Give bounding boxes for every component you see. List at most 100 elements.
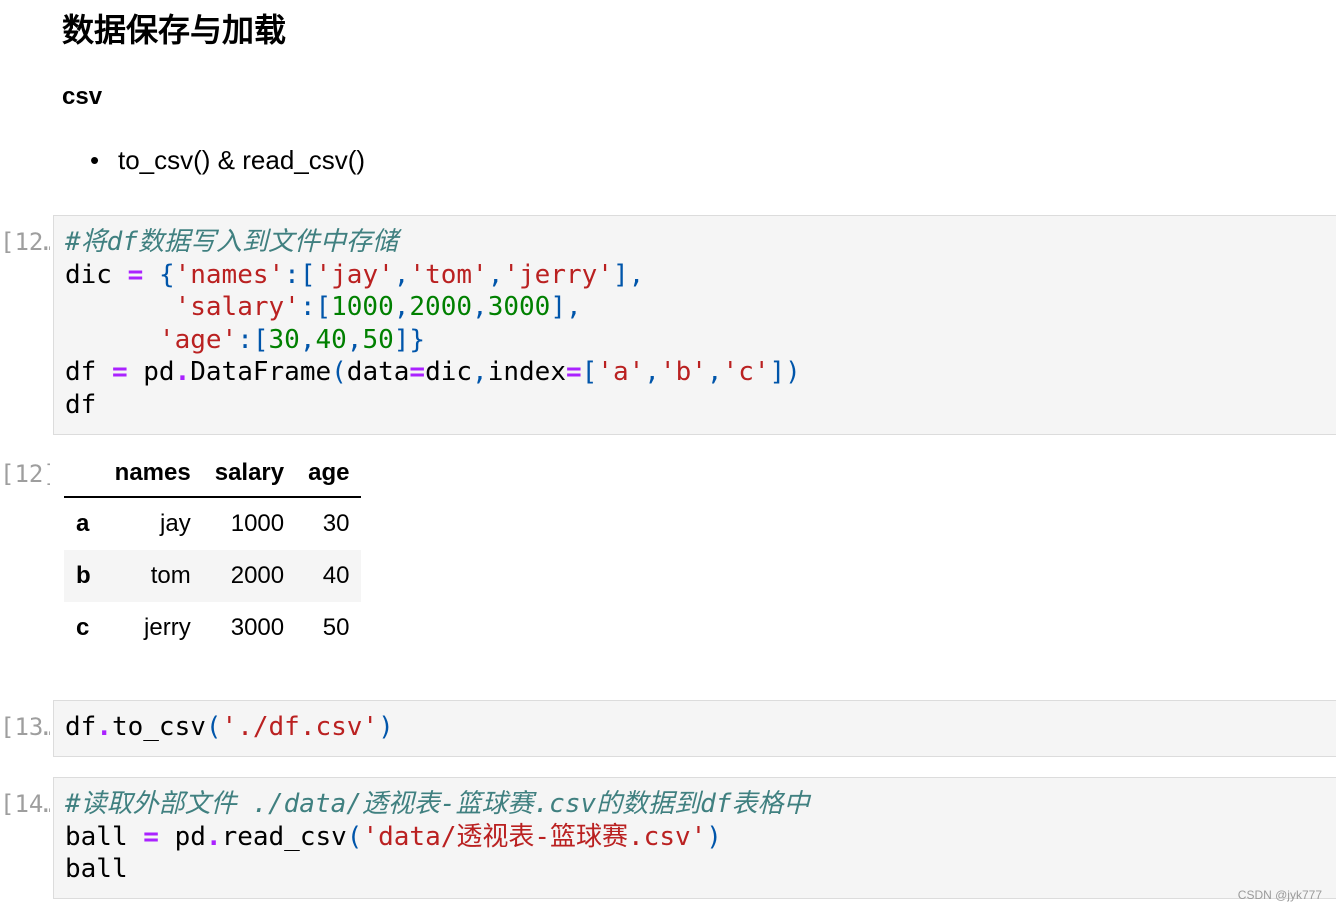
table-cell: tom bbox=[150, 562, 191, 589]
row-index: b bbox=[76, 562, 91, 589]
code-punctuation: , bbox=[487, 259, 504, 290]
code-token: ball bbox=[65, 821, 144, 852]
table-header-row: names salary age bbox=[64, 450, 362, 498]
code-string: 'names' bbox=[174, 259, 285, 290]
index-header bbox=[64, 450, 103, 498]
table-cell: jerry bbox=[144, 614, 191, 641]
code-cell[interactable]: #将df数据写入到文件中存储 dic = {'names':['jay','to… bbox=[53, 215, 1336, 435]
column-header: age bbox=[296, 450, 362, 498]
code-editor[interactable]: #将df数据写入到文件中存储 dic = {'names':['jay','to… bbox=[54, 216, 1336, 431]
code-punctuation: [ bbox=[581, 357, 598, 387]
code-number: 3000 bbox=[487, 292, 551, 322]
code-string: 'salary' bbox=[174, 292, 300, 322]
code-punctuation: ]} bbox=[393, 324, 426, 355]
output-prompt: [12]: bbox=[0, 460, 50, 488]
code-string: 'data/透视表-篮球赛.csv' bbox=[362, 821, 707, 852]
code-punctuation: ) bbox=[706, 821, 722, 852]
dataframe-table: names salary age a jay 1000 30 b tom 200… bbox=[64, 450, 362, 654]
page-title: 数据保存与加载 bbox=[62, 12, 287, 48]
code-operator: = bbox=[143, 821, 159, 852]
code-punctuation: :[ bbox=[299, 292, 332, 322]
row-index: c bbox=[76, 614, 90, 641]
code-punctuation: ( bbox=[331, 357, 347, 387]
section-heading: csv bbox=[62, 83, 103, 110]
code-punctuation: ], bbox=[550, 292, 582, 322]
code-cell[interactable]: df.to_csv('./df.csv') bbox=[53, 700, 1336, 757]
code-string: './df.csv' bbox=[221, 712, 379, 742]
column-header: salary bbox=[202, 450, 297, 498]
input-prompt: [12… bbox=[0, 228, 50, 256]
code-number: 40 bbox=[315, 324, 347, 355]
code-token: data bbox=[346, 357, 410, 387]
code-punctuation: , bbox=[393, 259, 410, 290]
code-punctuation: , bbox=[299, 324, 316, 355]
code-punctuation: ], bbox=[612, 259, 645, 290]
table-row: c jerry 3000 50 bbox=[64, 602, 361, 654]
code-operator: . bbox=[96, 712, 112, 742]
code-number: 2000 bbox=[409, 292, 473, 322]
code-punctuation: ( bbox=[346, 821, 363, 852]
input-prompt: [13… bbox=[0, 713, 50, 741]
code-token: DataFrame bbox=[190, 357, 332, 387]
code-token: to_csv bbox=[111, 712, 206, 742]
code-token: dic bbox=[65, 259, 128, 290]
code-punctuation: , bbox=[644, 357, 660, 387]
table-row: b tom 2000 40 bbox=[64, 550, 362, 602]
code-punctuation: ) bbox=[378, 712, 394, 742]
code-token: index bbox=[487, 357, 566, 387]
code-operator: . bbox=[205, 821, 222, 852]
code-string: 'jay' bbox=[315, 259, 394, 290]
code-token: df bbox=[65, 357, 112, 387]
code-punctuation: , bbox=[393, 292, 410, 322]
table-cell: 30 bbox=[322, 510, 350, 537]
watermark: CSDN @jyk777 bbox=[1237, 888, 1322, 902]
code-operator: = bbox=[111, 357, 128, 387]
code-string: 'b' bbox=[659, 357, 707, 387]
code-token: df bbox=[65, 389, 97, 420]
code-punctuation: :[ bbox=[237, 324, 269, 355]
bullet-list: to_csv() & read_csv() bbox=[62, 142, 365, 178]
row-index: a bbox=[76, 510, 90, 537]
bullet-item: to_csv() & read_csv() bbox=[62, 142, 365, 178]
table-cell: 40 bbox=[322, 562, 350, 589]
code-token: df bbox=[65, 712, 97, 742]
code-number: 1000 bbox=[331, 292, 394, 322]
code-punctuation: , bbox=[472, 292, 488, 322]
code-punctuation: , bbox=[346, 324, 363, 355]
code-string: 'jerry' bbox=[503, 259, 613, 290]
code-number: 30 bbox=[268, 324, 300, 355]
code-comment: #将df数据写入到文件中存储 bbox=[65, 227, 398, 257]
input-prompt: [14… bbox=[0, 790, 50, 818]
code-editor[interactable]: df.to_csv('./df.csv') bbox=[54, 701, 1336, 754]
code-editor[interactable]: #读取外部文件 ./data/透视表-篮球赛.csv的数据到df表格中 ball… bbox=[54, 778, 1336, 896]
table-cell: 1000 bbox=[230, 510, 285, 537]
code-token: pd bbox=[127, 357, 175, 387]
code-string: 'tom' bbox=[409, 259, 488, 290]
code-token: dic bbox=[425, 357, 473, 387]
code-punctuation: , bbox=[706, 357, 723, 387]
code-comment: #读取外部文件 ./data/透视表-篮球赛.csv的数据到df表格中 bbox=[65, 789, 810, 819]
code-punctuation: :[ bbox=[284, 259, 316, 290]
code-token: ball bbox=[65, 854, 128, 884]
column-header: names bbox=[102, 450, 203, 498]
code-punctuation: ]) bbox=[769, 357, 801, 387]
code-punctuation: { bbox=[158, 259, 175, 290]
code-string: 'a' bbox=[597, 357, 645, 387]
code-string: 'c' bbox=[722, 357, 770, 387]
table-cell: 2000 bbox=[230, 562, 285, 589]
table-cell: 50 bbox=[322, 614, 350, 641]
table-row: a jay 1000 30 bbox=[64, 497, 361, 550]
code-operator: = bbox=[127, 259, 144, 290]
code-punctuation: ( bbox=[205, 712, 222, 742]
code-number: 50 bbox=[362, 324, 394, 355]
code-string: 'age' bbox=[158, 324, 238, 355]
table-cell: jay bbox=[160, 510, 191, 537]
code-operator: . bbox=[174, 357, 191, 387]
code-token: read_csv bbox=[221, 821, 347, 852]
code-cell[interactable]: #读取外部文件 ./data/透视表-篮球赛.csv的数据到df表格中 ball… bbox=[53, 777, 1336, 899]
table-cell: 3000 bbox=[230, 614, 285, 641]
code-punctuation: , bbox=[472, 357, 488, 387]
